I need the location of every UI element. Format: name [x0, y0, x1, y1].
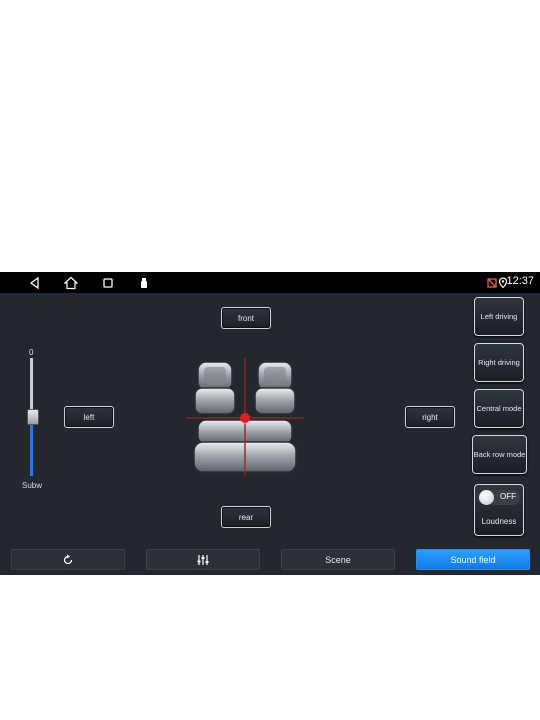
clock: 12:37: [506, 275, 534, 287]
front-right-seat: [254, 361, 296, 415]
no-signal-icon: [487, 278, 497, 288]
back-row-mode-button[interactable]: Back row mode: [472, 435, 527, 474]
scene-tab[interactable]: Scene: [281, 549, 395, 570]
left-button[interactable]: left: [64, 406, 114, 428]
sound-field-tab[interactable]: Sound field: [416, 549, 530, 570]
right-button[interactable]: right: [405, 406, 455, 428]
right-driving-button[interactable]: Right driving: [474, 343, 524, 382]
subwoofer-slider-fill: [30, 423, 33, 476]
central-mode-button[interactable]: Central mode: [474, 389, 524, 428]
subwoofer-label: Subw: [22, 481, 43, 490]
reset-icon: [63, 554, 73, 564]
loudness-label: Loudness: [481, 517, 517, 526]
rear-button[interactable]: rear: [221, 506, 271, 528]
home-icon[interactable]: [64, 276, 78, 290]
subwoofer-slider-thumb[interactable]: [27, 409, 39, 425]
back-icon[interactable]: [28, 276, 42, 290]
reset-button[interactable]: [11, 549, 125, 570]
equalizer-icon: [197, 554, 209, 565]
loudness-toggle[interactable]: OFF: [478, 490, 520, 505]
subwoofer-value: 0: [29, 348, 34, 357]
car-audio-screen: 12:37 0 Subw front rear left right Left …: [0, 272, 540, 575]
loudness-panel[interactable]: OFF Loudness: [474, 484, 524, 536]
car-seats-diagram[interactable]: [186, 358, 304, 478]
status-bar: 12:37: [0, 272, 540, 293]
front-left-seat: [194, 361, 236, 415]
toggle-knob: [479, 490, 494, 505]
recent-apps-icon[interactable]: [101, 276, 115, 290]
equalizer-button[interactable]: [146, 549, 260, 570]
balance-focus-point[interactable]: [240, 413, 250, 423]
front-button[interactable]: front: [221, 307, 271, 329]
loudness-state: OFF: [500, 492, 516, 501]
left-driving-button[interactable]: Left driving: [474, 297, 524, 336]
usb-icon: [141, 278, 147, 288]
